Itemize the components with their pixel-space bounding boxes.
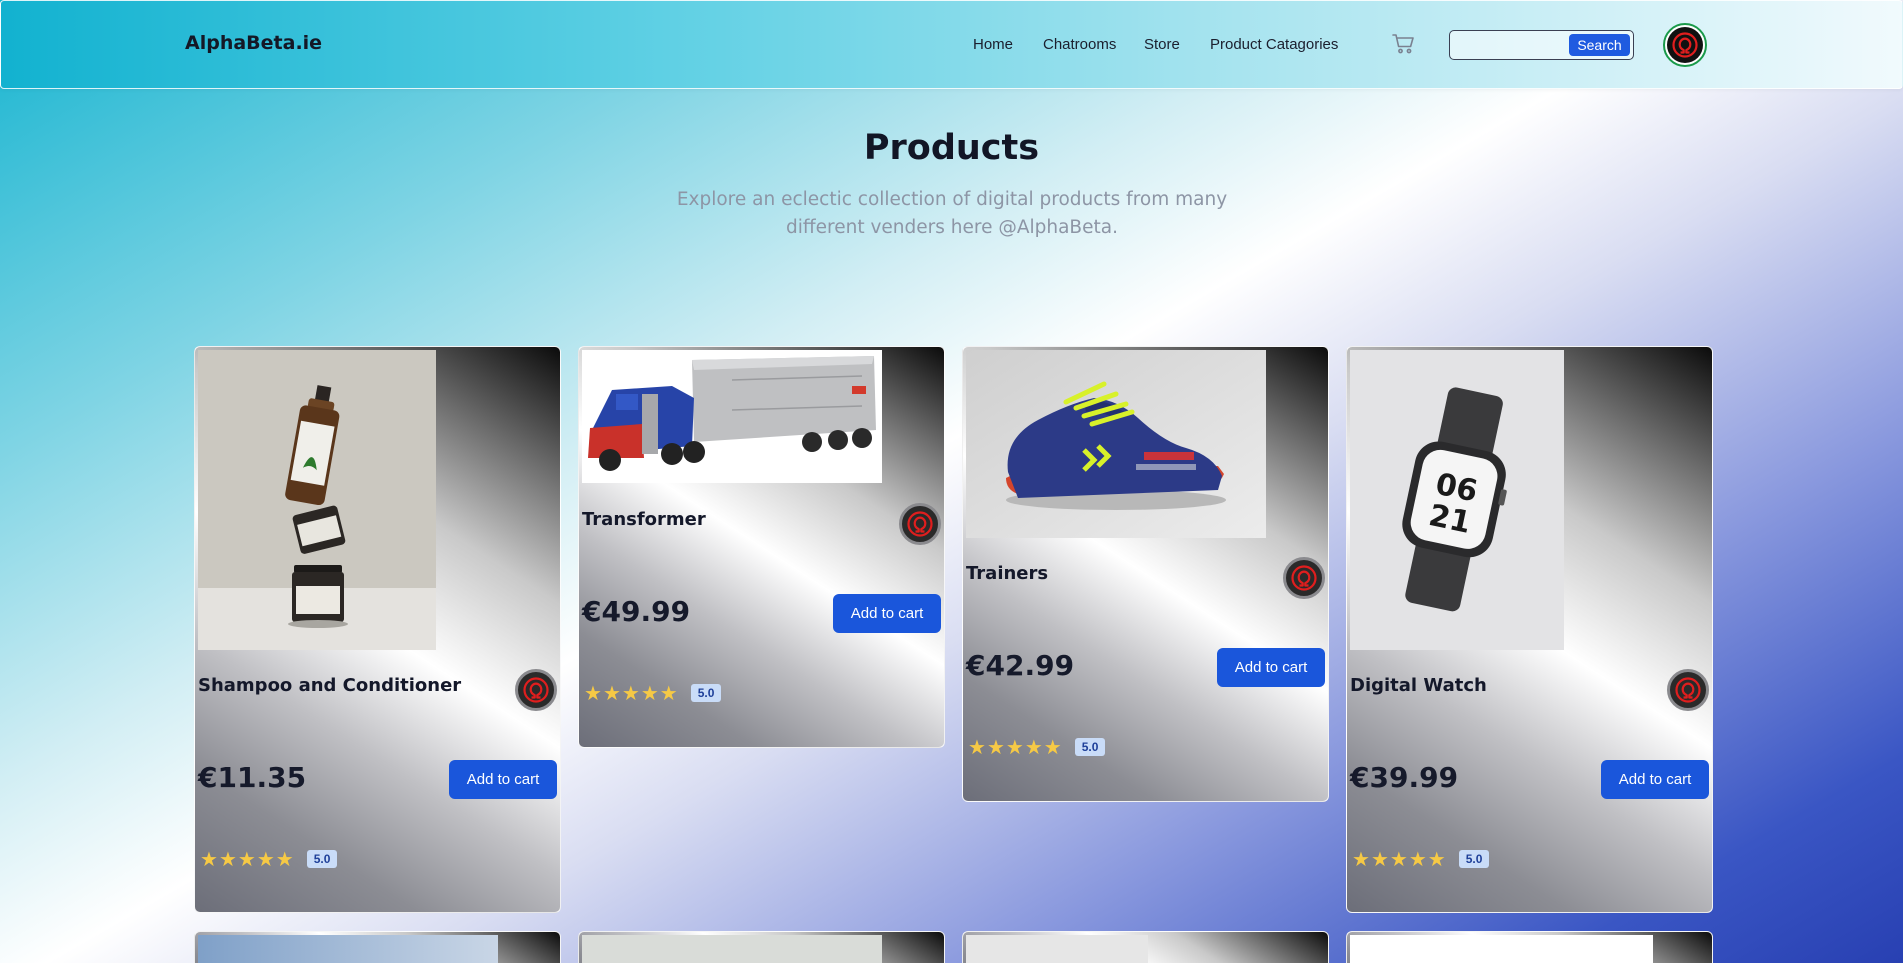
star-icon: ★ — [584, 681, 602, 705]
product-image[interactable] — [198, 350, 436, 650]
nav-product-categories[interactable]: Product Catagories — [1210, 36, 1338, 53]
star-icon: ★ — [968, 735, 986, 759]
product-image[interactable] — [1350, 935, 1653, 963]
product-price: €39.99 — [1350, 761, 1459, 794]
nav-chatrooms[interactable]: Chatrooms — [1043, 36, 1116, 53]
product-title[interactable]: Digital Watch — [1350, 675, 1487, 696]
star-icon: ★ — [256, 847, 275, 871]
search-form: Search — [1449, 30, 1634, 60]
rating-badge: 5.0 — [690, 684, 722, 702]
rating-badge: 5.0 — [1074, 738, 1106, 756]
omega-logo-icon — [1667, 27, 1703, 63]
page: AlphaBeta.ie Home Chatrooms Store Produc… — [0, 0, 1903, 963]
star-icon: ★ — [1427, 847, 1446, 871]
product-card — [1346, 931, 1713, 963]
rating-badge: 5.0 — [1458, 850, 1490, 868]
star-icon: ★ — [1352, 847, 1370, 871]
product-price: €11.35 — [198, 761, 307, 794]
product-image[interactable] — [966, 935, 1148, 963]
product-card: Shampoo and Conditioner €11.35 Add to ca… — [194, 346, 561, 913]
product-image[interactable] — [582, 935, 882, 963]
star-icon: ★ — [200, 847, 218, 871]
product-card — [578, 931, 945, 963]
product-card: Transformer €49.99 Add to cart ★ ★ ★ ★ ★… — [578, 346, 945, 748]
search-input[interactable] — [1454, 34, 1564, 56]
nav-store[interactable]: Store — [1144, 36, 1180, 53]
page-subtitle: Explore an eclectic collection of digita… — [676, 189, 1228, 238]
add-to-cart-button[interactable]: Add to cart — [833, 594, 941, 633]
rating: ★ ★ ★ ★ ★ 5.0 — [200, 847, 338, 871]
cart-icon[interactable] — [1392, 33, 1416, 55]
product-image[interactable] — [582, 350, 882, 483]
product-image[interactable] — [198, 935, 498, 963]
brand-logo[interactable]: AlphaBeta.ie — [185, 32, 322, 54]
product-price: €49.99 — [582, 595, 691, 628]
product-card — [962, 931, 1329, 963]
search-button[interactable]: Search — [1569, 34, 1630, 56]
rating: ★ ★ ★ ★ ★ 5.0 — [584, 681, 722, 705]
vendor-omega-icon[interactable] — [515, 669, 557, 711]
star-icon: ★ — [1043, 735, 1062, 759]
add-to-cart-button[interactable]: Add to cart — [1601, 760, 1709, 799]
product-price: €42.99 — [966, 649, 1075, 682]
product-image[interactable]: 06 21 — [1350, 350, 1564, 650]
top-navbar: AlphaBeta.ie Home Chatrooms Store Produc… — [0, 0, 1903, 89]
vendor-omega-icon[interactable] — [1283, 557, 1325, 599]
add-to-cart-button[interactable]: Add to cart — [449, 760, 557, 799]
star-icon: ★ — [1408, 847, 1427, 871]
profile-avatar[interactable] — [1663, 23, 1707, 67]
rating: ★ ★ ★ ★ ★ 5.0 — [1352, 847, 1490, 871]
product-card — [194, 931, 561, 963]
star-icon: ★ — [237, 847, 256, 871]
product-title[interactable]: Transformer — [582, 509, 706, 530]
star-icon: ★ — [1024, 735, 1043, 759]
page-title: Products — [863, 128, 1040, 168]
star-icon: ★ — [640, 681, 659, 705]
product-title[interactable]: Shampoo and Conditioner — [198, 675, 461, 696]
star-icon: ★ — [1005, 735, 1024, 759]
product-card: 06 21 Digital Watch €39.99 Add to cart ★… — [1346, 346, 1713, 913]
nav-home[interactable]: Home — [973, 36, 1013, 53]
star-icon: ★ — [602, 681, 621, 705]
star-icon: ★ — [218, 847, 237, 871]
add-to-cart-button[interactable]: Add to cart — [1217, 648, 1325, 687]
product-card: Trainers €42.99 Add to cart ★ ★ ★ ★ ★ 5.… — [962, 346, 1329, 802]
vendor-omega-icon[interactable] — [899, 503, 941, 545]
star-icon: ★ — [1389, 847, 1408, 871]
star-icon: ★ — [275, 847, 294, 871]
product-title[interactable]: Trainers — [966, 563, 1048, 584]
rating: ★ ★ ★ ★ ★ 5.0 — [968, 735, 1106, 759]
star-icon: ★ — [1370, 847, 1389, 871]
rating-badge: 5.0 — [306, 850, 338, 868]
star-icon: ★ — [621, 681, 640, 705]
vendor-omega-icon[interactable] — [1667, 669, 1709, 711]
product-image[interactable] — [966, 350, 1266, 538]
star-icon: ★ — [986, 735, 1005, 759]
star-icon: ★ — [659, 681, 678, 705]
